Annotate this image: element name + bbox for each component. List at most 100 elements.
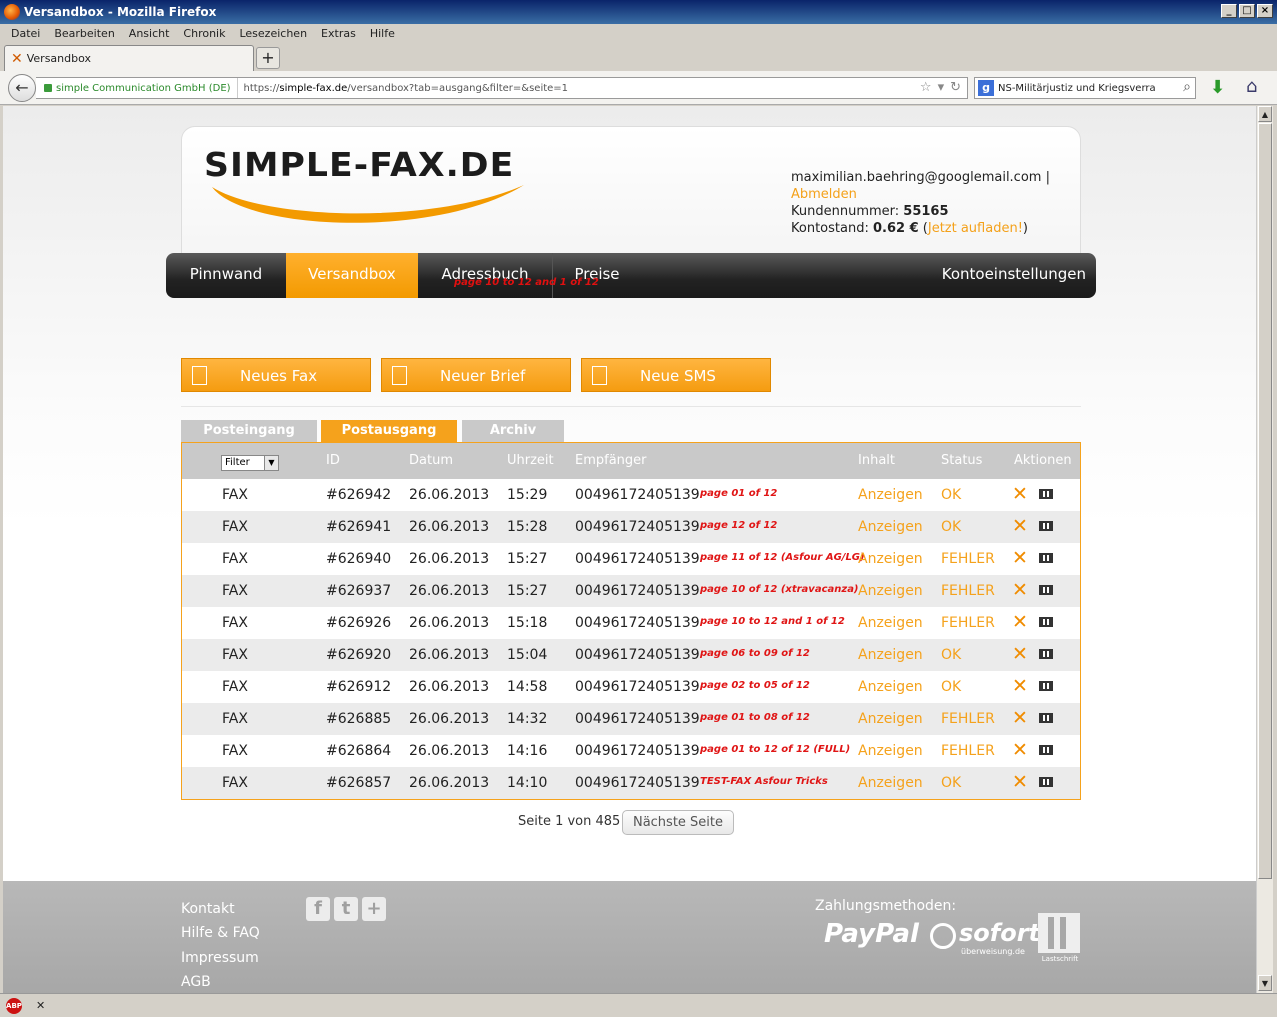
menu-hilfe[interactable]: Hilfe: [363, 27, 402, 40]
nav-versandbox[interactable]: Versandbox: [286, 253, 418, 298]
history-dropdown-icon[interactable]: ▾: [938, 80, 945, 95]
menu-bearbeiten[interactable]: Bearbeiten: [47, 27, 121, 40]
url-text[interactable]: https://simple-fax.de/versandbox?tab=aus…: [238, 83, 569, 94]
cell-date: 26.06.2013: [409, 583, 490, 599]
delete-icon[interactable]: ✕: [1012, 644, 1028, 664]
footer-link-kontakt[interactable]: Kontakt: [181, 901, 235, 917]
tab-archiv[interactable]: Archiv: [462, 420, 564, 442]
cell-content-link[interactable]: Anzeigen: [858, 671, 923, 703]
cell-content-link[interactable]: Anzeigen: [858, 543, 923, 575]
filter-select[interactable]: Filter ▼: [221, 455, 279, 471]
cell-content-link[interactable]: Anzeigen: [858, 479, 923, 511]
maximize-button[interactable]: □: [1239, 4, 1255, 18]
home-icon[interactable]: ⌂: [1246, 76, 1257, 97]
new-sms-button[interactable]: Neue SMS: [581, 358, 771, 392]
close-addon-bar-icon[interactable]: ✕: [36, 999, 45, 1012]
tab-postausgang[interactable]: Postausgang: [321, 420, 457, 442]
site-logo[interactable]: SIMPLE-FAX.DE: [204, 145, 549, 225]
next-page-button[interactable]: Nächste Seite: [622, 810, 734, 835]
close-window-button[interactable]: ×: [1257, 4, 1273, 18]
cell-id: #626885: [326, 711, 392, 727]
fax-device-icon[interactable]: [1039, 745, 1053, 755]
delete-icon[interactable]: ✕: [1012, 548, 1028, 568]
search-magnifier-icon[interactable]: ⌕: [1183, 79, 1191, 95]
footer-link-hilfe[interactable]: Hilfe & FAQ: [181, 925, 260, 941]
nav-overlay-note: page 10 to 12 and 1 of 12: [454, 277, 599, 288]
menu-ansicht[interactable]: Ansicht: [122, 27, 177, 40]
delete-icon[interactable]: ✕: [1012, 484, 1028, 504]
nav-pinnwand[interactable]: Pinnwand: [166, 253, 286, 298]
url-host: simple-fax.de: [279, 82, 348, 94]
delete-icon[interactable]: ✕: [1012, 612, 1028, 632]
topup-link[interactable]: Jetzt aufladen!: [928, 221, 1023, 236]
cell-content-link[interactable]: Anzeigen: [858, 767, 923, 799]
cell-date: 26.06.2013: [409, 519, 490, 535]
cell-recipient: 00496172405139: [575, 743, 700, 759]
delete-icon[interactable]: ✕: [1012, 708, 1028, 728]
bookmark-star-icon[interactable]: ☆: [920, 80, 932, 95]
new-fax-button[interactable]: Neues Fax: [181, 358, 371, 392]
tab-posteingang[interactable]: Posteingang: [181, 420, 317, 442]
cell-time: 15:28: [507, 519, 548, 535]
download-icon[interactable]: ⬇: [1210, 77, 1225, 98]
delete-icon[interactable]: ✕: [1012, 740, 1028, 760]
cell-content-link[interactable]: Anzeigen: [858, 639, 923, 671]
nav-kontoeinstellungen[interactable]: Kontoeinstellungen: [916, 253, 1086, 298]
url-bar[interactable]: simple Communication GmbH (DE) https://s…: [36, 77, 968, 99]
scroll-down-icon[interactable]: ▼: [1258, 975, 1272, 991]
fax-device-icon[interactable]: [1039, 521, 1053, 531]
scroll-up-icon[interactable]: ▲: [1258, 106, 1272, 122]
nav-adressbuch[interactable]: Adressbuch: [418, 253, 552, 298]
fax-device-icon[interactable]: [1039, 585, 1053, 595]
reload-icon[interactable]: ↻: [950, 80, 961, 95]
new-letter-button[interactable]: Neuer Brief: [381, 358, 571, 392]
new-tab-button[interactable]: +: [256, 47, 280, 69]
minimize-button[interactable]: _: [1221, 4, 1237, 18]
delete-icon[interactable]: ✕: [1012, 772, 1028, 792]
cell-type: FAX: [222, 487, 248, 503]
back-button[interactable]: ←: [8, 74, 36, 102]
nav-preise[interactable]: Preise: [552, 253, 642, 298]
fax-device-icon[interactable]: [1039, 713, 1053, 723]
delete-icon[interactable]: ✕: [1012, 580, 1028, 600]
cell-content-link[interactable]: Anzeigen: [858, 511, 923, 543]
scrollbar-thumb[interactable]: [1258, 123, 1272, 879]
cell-content-link[interactable]: Anzeigen: [858, 575, 923, 607]
footer-link-agb[interactable]: AGB: [181, 974, 211, 990]
adblock-icon[interactable]: ABP: [6, 997, 22, 1014]
menu-extras[interactable]: Extras: [314, 27, 363, 40]
search-input[interactable]: NS-Militärjustiz und Kriegsverra: [998, 83, 1156, 94]
fax-device-icon[interactable]: [1039, 489, 1053, 499]
fax-device-icon[interactable]: [1039, 681, 1053, 691]
user-separator: |: [1045, 170, 1050, 185]
cell-id: #626912: [326, 679, 392, 695]
cell-content-link[interactable]: Anzeigen: [858, 735, 923, 767]
vertical-scrollbar[interactable]: ▲ ▼: [1256, 106, 1273, 993]
cell-content-link[interactable]: Anzeigen: [858, 607, 923, 639]
delete-icon[interactable]: ✕: [1012, 676, 1028, 696]
cell-status: FEHLER: [941, 615, 995, 631]
share-plus-icon[interactable]: +: [362, 897, 386, 921]
cell-status: FEHLER: [941, 551, 995, 567]
menu-chronik[interactable]: Chronik: [176, 27, 232, 40]
fax-device-icon[interactable]: [1039, 777, 1053, 787]
cell-time: 15:29: [507, 487, 548, 503]
footer-link-impressum[interactable]: Impressum: [181, 950, 259, 966]
delete-icon[interactable]: ✕: [1012, 516, 1028, 536]
logout-link[interactable]: Abmelden: [791, 187, 857, 202]
cell-content-link[interactable]: Anzeigen: [858, 703, 923, 735]
twitter-icon[interactable]: t: [334, 897, 358, 921]
fax-device-icon[interactable]: [1039, 553, 1053, 563]
search-bar[interactable]: g NS-Militärjustiz und Kriegsverra ⌕: [974, 77, 1196, 99]
cell-type: FAX: [222, 519, 248, 535]
facebook-icon[interactable]: f: [306, 897, 330, 921]
fax-device-icon[interactable]: [1039, 617, 1053, 627]
cell-status: FEHLER: [941, 743, 995, 759]
fax-device-icon[interactable]: [1039, 649, 1053, 659]
site-identity[interactable]: simple Communication GmbH (DE): [36, 78, 238, 98]
google-search-engine-icon[interactable]: g: [978, 80, 994, 96]
menu-datei[interactable]: Datei: [4, 27, 47, 40]
menu-lesezeichen[interactable]: Lesezeichen: [232, 27, 314, 40]
browser-tab-versandbox[interactable]: ✕ Versandbox: [4, 45, 254, 71]
new-letter-label: Neuer Brief: [440, 367, 526, 385]
